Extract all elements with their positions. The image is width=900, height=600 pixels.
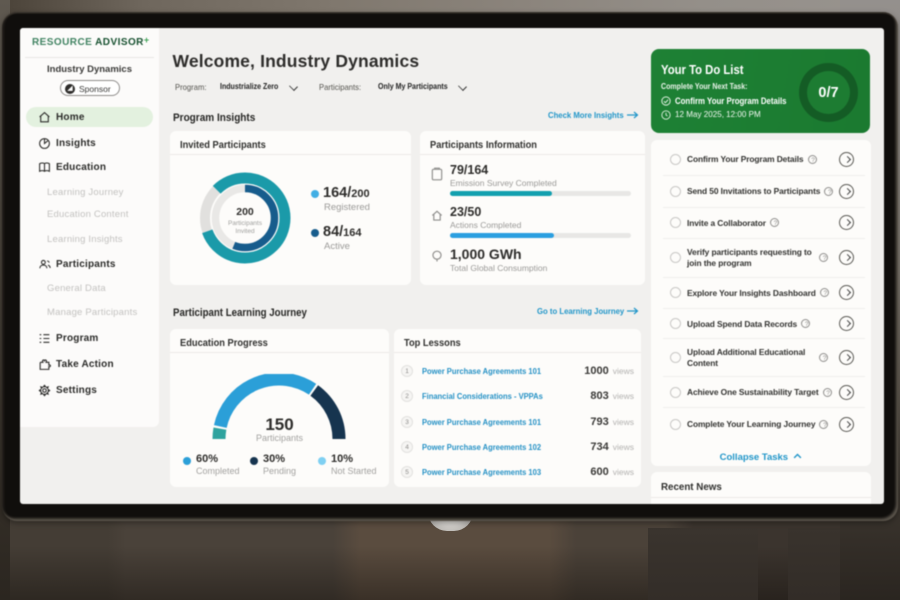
- svg-text:Invited: Invited: [235, 228, 255, 235]
- svg-text:200: 200: [236, 206, 254, 218]
- svg-text:Participants: Participants: [228, 220, 263, 227]
